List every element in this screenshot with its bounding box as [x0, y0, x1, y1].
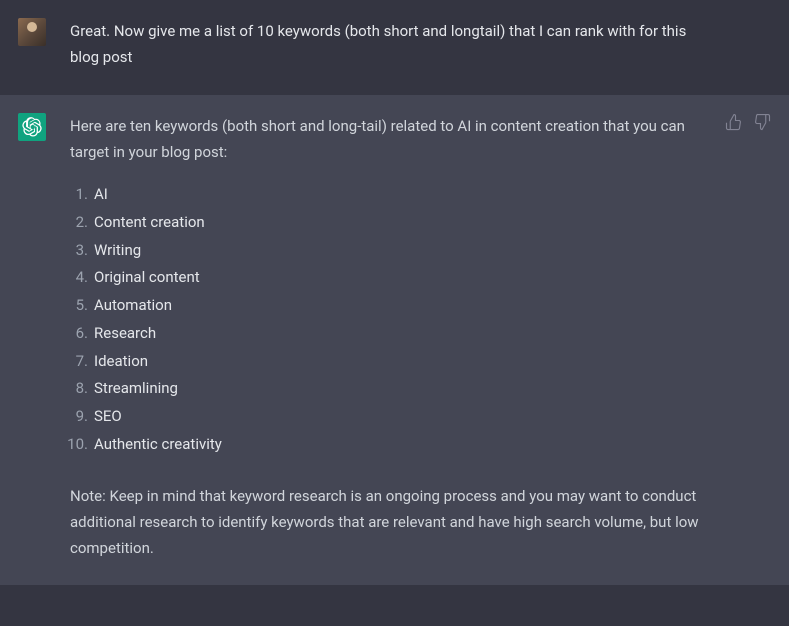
- feedback-controls: [725, 113, 771, 131]
- list-item: Original content: [70, 264, 711, 292]
- thumbs-up-icon: [725, 113, 743, 131]
- user-avatar: [18, 18, 46, 46]
- list-item: Streamlining: [70, 375, 711, 403]
- list-item: Authentic creativity: [70, 431, 711, 459]
- list-item: AI: [70, 181, 711, 209]
- list-item: Automation: [70, 292, 711, 320]
- user-message-content: Great. Now give me a list of 10 keywords…: [70, 18, 771, 71]
- keyword-list: AI Content creation Writing Original con…: [70, 181, 711, 459]
- list-item: Ideation: [70, 348, 711, 376]
- list-item: Writing: [70, 237, 711, 265]
- list-item: Research: [70, 320, 711, 348]
- user-message-row: Great. Now give me a list of 10 keywords…: [0, 0, 789, 95]
- openai-logo-icon: [22, 117, 42, 137]
- user-message-text: Great. Now give me a list of 10 keywords…: [70, 22, 686, 66]
- assistant-note-text: Note: Keep in mind that keyword research…: [70, 483, 711, 562]
- assistant-message-row: Here are ten keywords (both short and lo…: [0, 95, 789, 586]
- thumbs-up-button[interactable]: [725, 113, 743, 131]
- list-item: Content creation: [70, 209, 711, 237]
- assistant-avatar: [18, 113, 46, 141]
- assistant-message-content: Here are ten keywords (both short and lo…: [70, 113, 771, 562]
- thumbs-down-button[interactable]: [753, 113, 771, 131]
- assistant-intro-text: Here are ten keywords (both short and lo…: [70, 113, 711, 166]
- thumbs-down-icon: [753, 113, 771, 131]
- list-item: SEO: [70, 403, 711, 431]
